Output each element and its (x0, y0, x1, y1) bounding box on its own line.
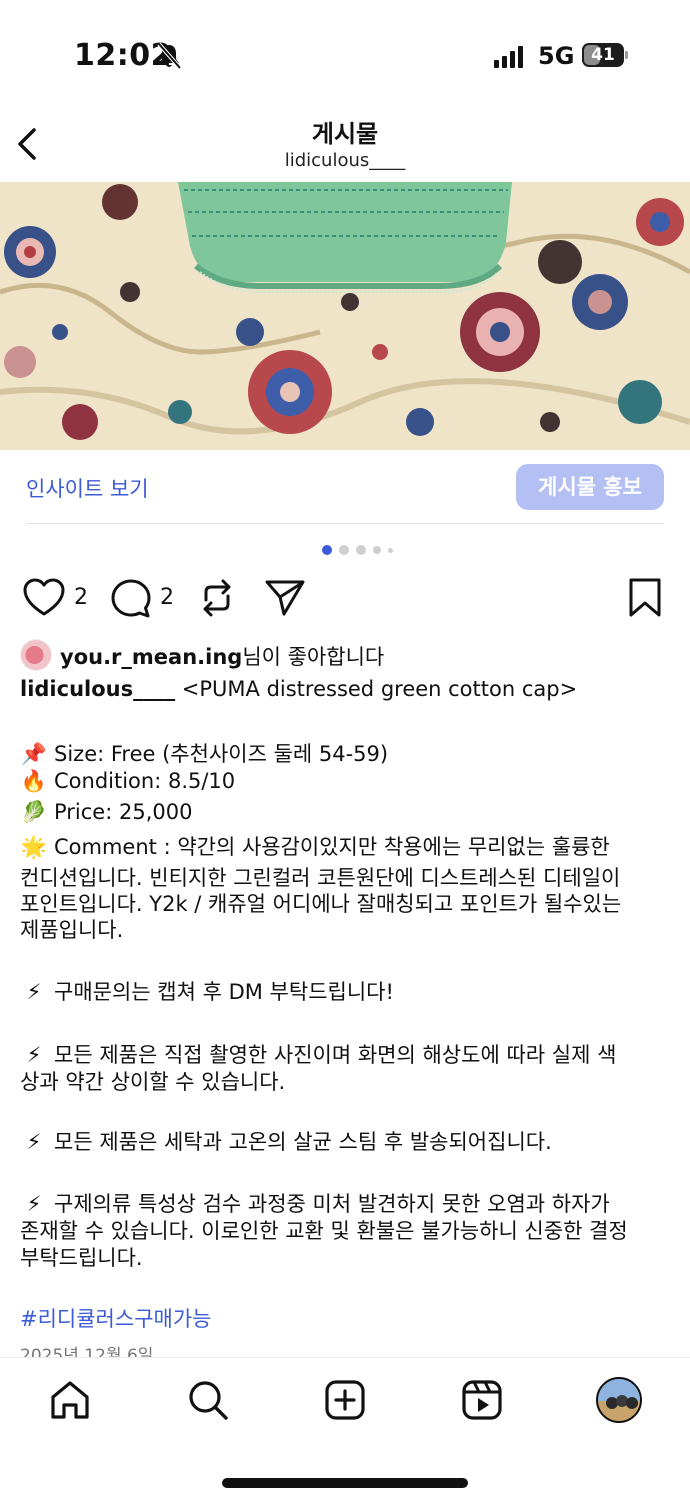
send-icon[interactable] (264, 578, 306, 618)
reels-icon[interactable] (460, 1378, 504, 1422)
lightning-icon: ⚡ (26, 1043, 42, 1067)
divider (26, 523, 664, 524)
caption-condition: 🔥 Condition: 8.5/10 (20, 769, 235, 794)
size-text: Size: Free (추천사이즈 둘레 54-59) (54, 742, 389, 766)
caption-notice-3: ⚡ 모든 제품은 세탁과 고온의 살균 스팀 후 발송되어집니다. (20, 1126, 552, 1156)
post-photo[interactable] (0, 182, 690, 450)
liker-username[interactable]: you.r_mean.ing (60, 645, 242, 669)
caption-notice-4b: 존재할 수 있습니다. 이로인한 교환 및 환불은 불가능하니 신중한 결정 (20, 1219, 628, 1243)
bottom-nav (0, 1357, 690, 1500)
network-type: 5G (538, 42, 575, 70)
notice-text-3: 모든 제품은 세탁과 고온의 살균 스팀 후 발송되어집니다. (54, 1130, 552, 1154)
carousel-dot (373, 546, 381, 554)
header-username[interactable]: lidiculous____ (0, 150, 690, 171)
profile-avatar[interactable] (596, 1377, 642, 1423)
photo-rug-cap-image (0, 182, 690, 450)
bookmark-icon[interactable] (626, 577, 664, 619)
carousel-dots (322, 544, 402, 556)
liked-by-text: you.r_mean.ing님이 좋아합니다 (60, 641, 384, 671)
caption-notice-4a: ⚡ 구제의류 특성상 검수 과정중 미처 발견하지 못한 오염과 하자가 (20, 1188, 610, 1218)
lightning-icon: ⚡ (26, 1192, 42, 1216)
liker-avatar[interactable] (20, 639, 52, 671)
comment-icon[interactable] (110, 578, 152, 620)
liked-by-suffix: 님이 좋아합니다 (242, 645, 385, 669)
home-icon[interactable] (48, 1378, 92, 1422)
battery-percent: 41 (591, 45, 615, 65)
notice-text-2a: 모든 제품은 직접 촬영한 사진이며 화면의 해상도에 따라 실제 색 (54, 1043, 617, 1067)
create-icon[interactable] (323, 1378, 367, 1422)
lightning-icon: ⚡ (26, 1130, 42, 1154)
caption-comment-line-1: 🌟 Comment : 약간의 사용감이있지만 착용에는 무리없는 훌륭한 (20, 831, 610, 861)
view-insights-link[interactable]: 인사이트 보기 (26, 473, 149, 503)
profile-photo (598, 1379, 640, 1421)
hashtag-link[interactable]: #리디큘러스구매가능 (20, 1303, 211, 1333)
notice-text-4a: 구제의류 특성상 검수 과정중 미처 발견하지 못한 오염과 하자가 (54, 1192, 610, 1216)
pushpin-icon: 📌 (20, 742, 48, 766)
caption-size: 📌 Size: Free (추천사이즈 둘레 54-59) (20, 738, 388, 768)
carousel-dot (339, 545, 349, 555)
search-icon[interactable] (186, 1378, 230, 1422)
caption-notice-1: ⚡ 구매문의는 캡쳐 후 DM 부탁드립니다! (20, 976, 394, 1006)
carousel-dot (388, 547, 393, 553)
heart-icon[interactable] (22, 578, 66, 618)
lightning-icon: ⚡ (26, 980, 42, 1004)
post-date: 2025년 12월 6일 (20, 1346, 154, 1357)
caption-notice-2b: 상과 약간 상이할 수 있습니다. (20, 1070, 286, 1094)
leafy-green-icon: 🥬 (20, 800, 48, 824)
carousel-dot-active (322, 545, 332, 555)
caption-notice-4c: 부탁드립니다. (20, 1246, 143, 1270)
repost-icon[interactable] (198, 578, 236, 618)
notice-text-1: 구매문의는 캡쳐 후 DM 부탁드립니다! (54, 980, 394, 1004)
page-title: 게시물 (311, 120, 379, 148)
home-indicator (222, 1478, 468, 1488)
price-text: Price: 25,000 (54, 800, 193, 824)
liked-by-row[interactable]: you.r_mean.ing님이 좋아합니다 (20, 638, 670, 672)
star-icon: 🌟 (20, 835, 48, 859)
condition-text: Condition: 8.5/10 (54, 769, 236, 793)
bell-slash-icon (157, 42, 182, 70)
caption-price: 🥬 Price: 25,000 (20, 800, 193, 825)
carousel-dot (356, 545, 366, 555)
caption-username[interactable]: lidiculous____ (20, 677, 175, 701)
caption-notice-2a: ⚡ 모든 제품은 직접 촬영한 사진이며 화면의 해상도에 따라 실제 색 (20, 1039, 617, 1069)
fire-icon: 🔥 (20, 769, 48, 793)
battery-indicator: 41 (582, 43, 628, 67)
cellular-signal-icon (494, 46, 523, 68)
caption-comment-line-4: 제품입니다. (20, 918, 124, 942)
status-bar: 12:02 5G 41 (0, 0, 690, 110)
caption-title-line: lidiculous____ <PUMA distressed green co… (20, 677, 577, 701)
comment-count[interactable]: 2 (160, 585, 174, 610)
comment-text-1: Comment : 약간의 사용감이있지만 착용에는 무리없는 훌륭한 (54, 835, 610, 859)
promote-post-button[interactable]: 게시물 홍보 (516, 464, 664, 510)
caption-title: <PUMA distressed green cotton cap> (175, 677, 578, 701)
like-count[interactable]: 2 (74, 585, 88, 610)
